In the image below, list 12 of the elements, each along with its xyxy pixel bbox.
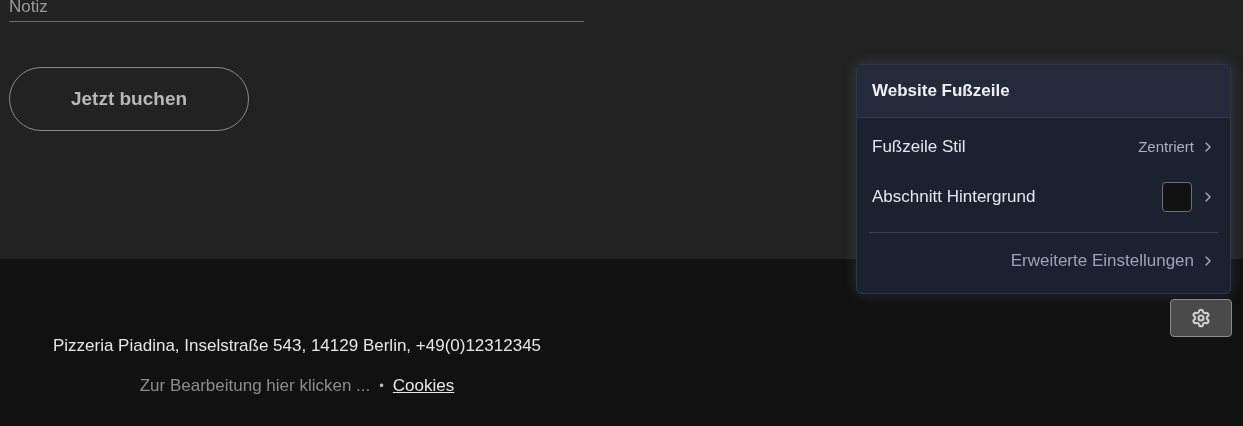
- note-field[interactable]: Notiz: [9, 0, 584, 22]
- cookies-link[interactable]: Cookies: [392, 372, 455, 398]
- edit-hint[interactable]: Zur Bearbeitung hier klicken ...: [139, 372, 371, 398]
- separator-dot: •: [379, 376, 384, 395]
- footer-address: Pizzeria Piadina, Inselstraße 543, 14129 Berlin, +49(0)12312345: [52, 335, 542, 357]
- setting-label: Fußzeile Stil: [872, 136, 967, 159]
- setting-row[interactable]: Fußzeile Stil Zentriert: [857, 122, 1230, 172]
- setting-row[interactable]: Abschnitt Hintergrund: [857, 172, 1230, 222]
- setting-label: Abschnitt Hintergrund: [872, 186, 1037, 209]
- advanced-settings-link[interactable]: Erweiterte Einstellungen: [1010, 248, 1194, 274]
- setting-value: Zentriert: [1138, 136, 1194, 157]
- panel-title: Website Fußzeile: [872, 80, 1010, 103]
